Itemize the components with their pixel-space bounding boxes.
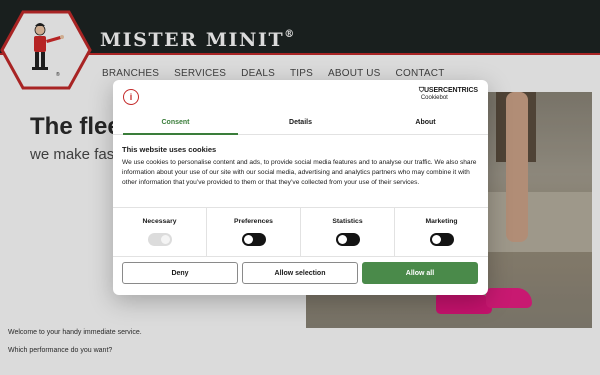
- toggle-statistics-switch[interactable]: [335, 233, 360, 246]
- toggle-statistics-label: Statistics: [332, 218, 363, 225]
- toggle-statistics-cell: Statistics: [301, 208, 395, 256]
- toggle-marketing-cell: Marketing: [395, 208, 488, 256]
- tab-about[interactable]: About: [363, 112, 488, 134]
- toggle-marketing-label: Marketing: [425, 218, 458, 225]
- tab-consent[interactable]: Consent: [113, 112, 238, 135]
- tab-details[interactable]: Details: [238, 112, 363, 134]
- dialog-heading: This website uses cookies: [122, 145, 217, 154]
- deny-button[interactable]: Deny: [122, 262, 238, 284]
- toggle-preferences-cell: Preferences: [207, 208, 301, 256]
- dialog-body-text: We use cookies to personalise content an…: [122, 159, 477, 186]
- toggle-necessary-switch: [147, 233, 172, 246]
- allow-all-button[interactable]: Allow all: [362, 262, 478, 284]
- cookie-consent-dialog: i ⛉USERCENTRICS Cookiebot Consent Detail…: [113, 80, 488, 295]
- usercentrics-logo[interactable]: ⛉USERCENTRICS Cookiebot: [419, 87, 478, 101]
- toggle-preferences-switch[interactable]: [241, 233, 266, 246]
- allow-selection-button[interactable]: Allow selection: [242, 262, 358, 284]
- site-logo-icon: i: [123, 89, 139, 105]
- toggle-necessary-cell: Necessary: [113, 208, 207, 256]
- dialog-tabs: Consent Details About: [113, 112, 488, 135]
- consent-toggles: Necessary Preferences Statistics Marketi…: [113, 207, 488, 257]
- toggle-necessary-label: Necessary: [142, 218, 177, 225]
- toggle-preferences-label: Preferences: [234, 218, 273, 225]
- toggle-marketing-switch[interactable]: [429, 233, 454, 246]
